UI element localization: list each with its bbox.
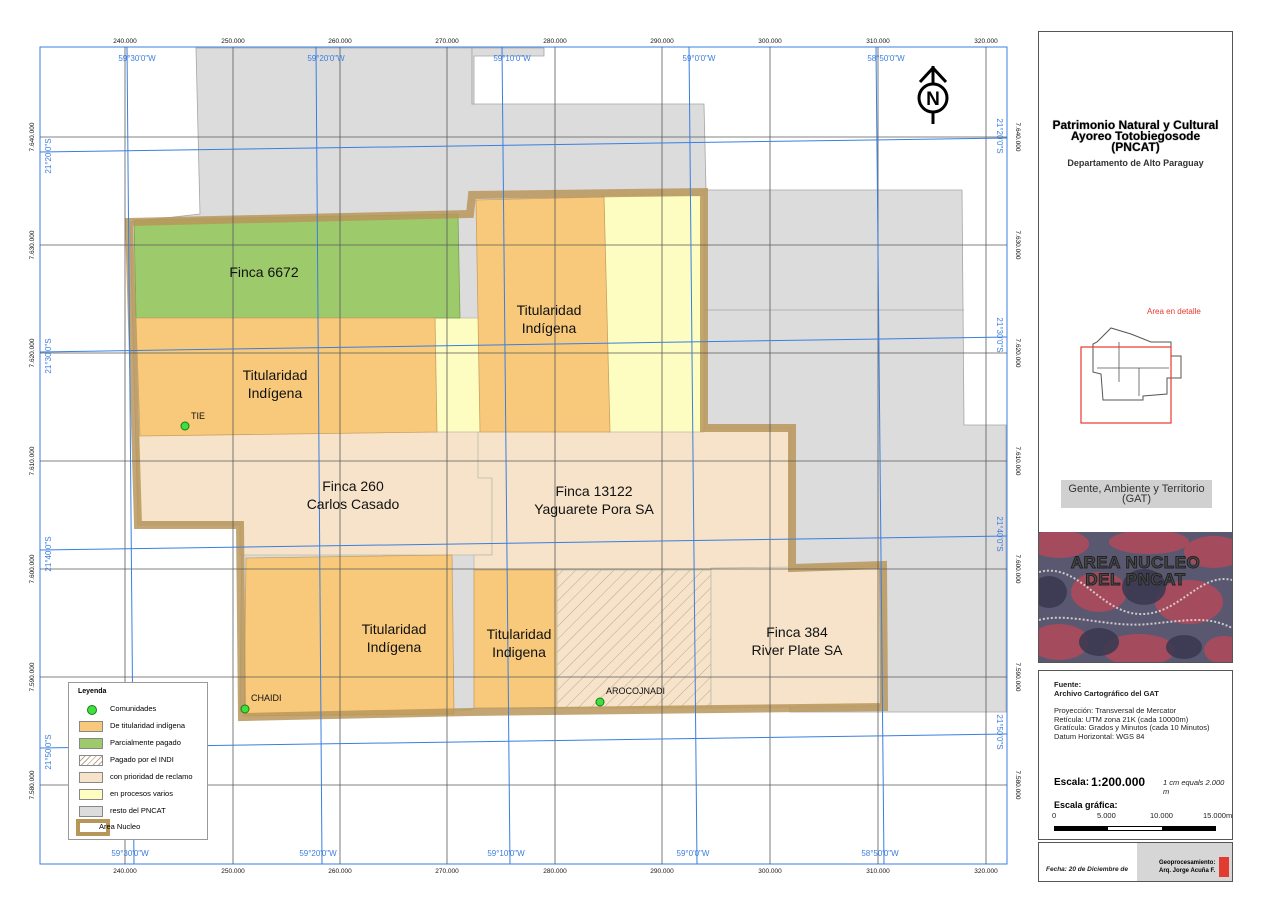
community-point-icon [87, 705, 97, 715]
easting-tick-label: 280.000 [543, 38, 567, 45]
longitude-label: 59°20'0"W [307, 54, 345, 63]
svg-text:AROCOJNADI: AROCOJNADI [606, 686, 665, 696]
northing-tick-label: 7.630.000 [29, 230, 36, 259]
latitude-label: 21°20'0"S [995, 118, 1004, 153]
latitude-label: 21°40'0"S [44, 536, 53, 571]
northing-tick-label: 7.640.000 [29, 122, 36, 151]
easting-tick-label: 250.000 [221, 38, 245, 45]
easting-tick-label: 240.000 [113, 38, 137, 45]
scale-note: 1 cm equals 2.000 m [1163, 778, 1225, 796]
northing-tick-label: 7.610.000 [29, 446, 36, 475]
northing-tick-label: 7.600.000 [1014, 555, 1021, 584]
easting-tick-label: 270.000 [435, 38, 459, 45]
northing-tick-label: 7.610.000 [1014, 447, 1021, 476]
legend-swatch [79, 738, 103, 749]
longitude-label: 59°10'0"W [487, 849, 525, 858]
map-title: Patrimonio Natural y Cultural Ayoreo Tot… [1052, 118, 1219, 154]
longitude-label: 59°0'0"W [683, 54, 716, 63]
scale-tick: 0 [1052, 811, 1057, 820]
easting-tick-label: 310.000 [866, 38, 890, 45]
inset-map [1080, 327, 1182, 424]
longitude-label: 58°50'0"W [867, 54, 905, 63]
easting-tick-label: 240.000 [113, 868, 137, 875]
legend-item: con prioridad de reclamo [76, 770, 204, 784]
northing-tick-label: 7.620.000 [1014, 339, 1021, 368]
inset-label: Area en detalle [1147, 307, 1201, 316]
legend-item: Parcialmente pagado [76, 736, 204, 750]
legend-swatch [79, 755, 103, 766]
svg-text:CHAIDI: CHAIDI [251, 693, 282, 703]
latitude-label: 21°50'0"S [995, 714, 1004, 749]
org-box: Gente, Ambiente y Territorio (GAT) [1061, 480, 1212, 508]
latitude-label: 21°20'0"S [44, 138, 53, 173]
parcel-finca-13122[interactable] [473, 427, 791, 571]
legend: Leyenda Comunidades De titularidad indíg… [68, 682, 208, 840]
latitude-label: 21°30'0"S [44, 338, 53, 373]
northing-tick-label: 7.600.000 [29, 554, 36, 583]
northing-tick-label: 7.580.000 [1014, 771, 1021, 800]
easting-tick-label: 280.000 [543, 868, 567, 875]
easting-tick-label: 320.000 [974, 868, 998, 875]
longitude-label: 58°50'0"W [861, 849, 899, 858]
easting-tick-label: 310.000 [866, 868, 890, 875]
map-date: Fecha: 20 de Diciembre de [1046, 866, 1129, 873]
scale-tick: 5.000 [1097, 811, 1116, 820]
latitude-label: 21°30'0"S [995, 317, 1004, 352]
source-value: Archivo Cartográfico del GAT [1054, 689, 1159, 698]
cover-photo: AREA NUCLEO DEL PNCAT [1039, 532, 1232, 662]
easting-tick-label: 320.000 [974, 38, 998, 45]
legend-item: Area Nucleo [76, 819, 204, 836]
northing-tick-label: 7.640.000 [1014, 123, 1021, 152]
map-subtitle: Departamento de Alto Paraguay [1067, 158, 1204, 168]
photo-title: AREA NUCLEO DEL PNCAT [1070, 553, 1201, 589]
latitude-label: 21°50'0"S [44, 734, 53, 769]
easting-tick-label: 290.000 [650, 868, 674, 875]
easting-tick-label: 300.000 [758, 868, 782, 875]
geoproc-box: Geoprocesamiento: Arq. Jorge Acuña F. [1137, 843, 1232, 881]
legend-title: Leyenda [78, 688, 107, 695]
northing-tick-label: 7.580.000 [29, 770, 36, 799]
projection-info: Proyección: Transversal de Mercator Retí… [1054, 706, 1210, 741]
legend-item: Comunidades [76, 702, 204, 716]
latitude-label: 21°40'0"S [995, 516, 1004, 551]
northing-tick-label: 7.590.000 [29, 662, 36, 691]
northing-tick-label: 7.630.000 [1014, 231, 1021, 260]
parcel-procesos-1[interactable] [434, 317, 481, 433]
legend-item: De titularidad indígena [76, 719, 204, 733]
svg-text:TIE: TIE [191, 411, 205, 421]
scale-tick: 10.000 [1150, 811, 1173, 820]
easting-tick-label: 270.000 [435, 868, 459, 875]
legend-item: en procesos varios [76, 787, 204, 801]
scale-value: 1:200.000 [1091, 775, 1146, 789]
scale-tick: 15.000m [1203, 811, 1233, 820]
legend-swatch [79, 721, 103, 732]
easting-tick-label: 290.000 [650, 38, 674, 45]
longitude-label: 59°10'0"W [493, 54, 531, 63]
footer-panel: Fecha: 20 de Diciembre de Geoprocesamien… [1038, 842, 1233, 882]
graphic-scale-label: Escala gráfica: [1054, 800, 1118, 810]
legend-swatch [79, 789, 103, 800]
legend-item: resto del PNCAT [76, 804, 204, 818]
northing-tick-label: 7.590.000 [1014, 663, 1021, 692]
info-panel: Fuente: Archivo Cartográfico del GAT Pro… [1038, 670, 1233, 840]
easting-tick-label: 250.000 [221, 868, 245, 875]
scale-bar [1054, 826, 1216, 831]
easting-tick-label: 260.000 [328, 868, 352, 875]
easting-tick-label: 300.000 [758, 38, 782, 45]
legend-item: Pagado por el INDI [76, 753, 204, 767]
longitude-label: 59°20'0"W [299, 849, 337, 858]
parcel-procesos-2[interactable] [603, 194, 705, 433]
title-panel: Patrimonio Natural y Cultural Ayoreo Tot… [1038, 31, 1233, 663]
parcel-label: Finca 6672 [229, 264, 298, 280]
legend-swatch [79, 772, 103, 783]
legend-swatch [79, 806, 103, 817]
scale-label: Escala: [1054, 777, 1090, 788]
northing-tick-label: 7.620.000 [29, 338, 36, 367]
longitude-label: 59°0'0"W [677, 849, 710, 858]
logo-icon [1219, 857, 1229, 877]
easting-tick-label: 260.000 [328, 38, 352, 45]
longitude-label: 59°30'0"W [118, 54, 156, 63]
longitude-label: 59°30'0"W [111, 849, 149, 858]
svg-text:N: N [926, 89, 940, 110]
